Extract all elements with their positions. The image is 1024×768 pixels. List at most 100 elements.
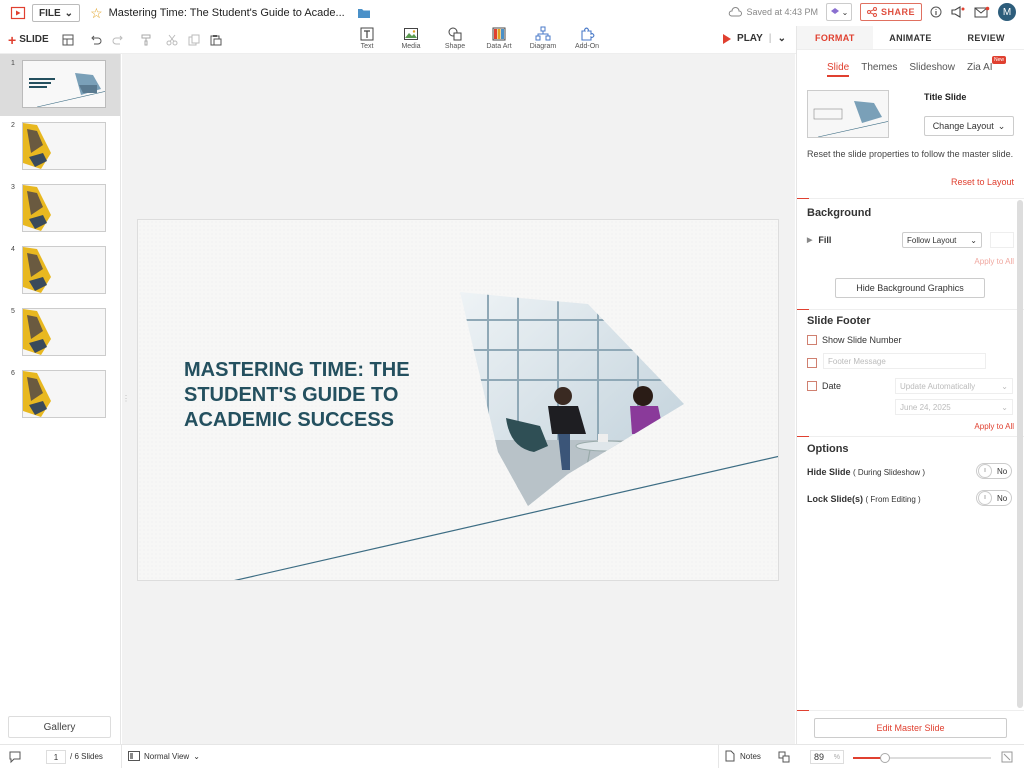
share-button[interactable]: SHARE: [859, 3, 922, 21]
slide-number: 3: [11, 184, 15, 191]
new-badge: New: [992, 56, 1007, 64]
slide-thumbnail[interactable]: [22, 60, 106, 108]
copy-icon[interactable]: [183, 34, 205, 46]
slide-thumbnail[interactable]: [22, 122, 106, 170]
slide-photo[interactable]: [138, 220, 779, 581]
format-painter-icon[interactable]: [135, 34, 157, 46]
zoom-input[interactable]: 89 %: [810, 750, 844, 764]
file-menu-button[interactable]: FILE ⌄: [32, 4, 81, 22]
slide-thumbnail-row[interactable]: 3: [0, 178, 120, 240]
hide-background-graphics-button[interactable]: Hide Background Graphics: [835, 278, 985, 298]
hide-slide-sublabel: ( During Slideshow ): [853, 468, 926, 477]
layout-thumbnail[interactable]: [807, 90, 889, 138]
collaboration-button[interactable]: ⌄: [825, 3, 852, 21]
user-avatar[interactable]: M: [998, 3, 1016, 21]
mail-icon[interactable]: [974, 6, 990, 18]
tab-animate[interactable]: ANIMATE: [873, 26, 949, 49]
folder-icon[interactable]: [357, 7, 371, 19]
undo-icon[interactable]: [85, 34, 107, 46]
date-row[interactable]: Date: [807, 381, 841, 391]
document-title[interactable]: Mastering Time: The Student's Guide to A…: [109, 7, 345, 19]
slide-thumbnail[interactable]: [22, 246, 106, 294]
fill-color-picker[interactable]: [990, 232, 1014, 248]
chevron-down-icon: ⌄: [970, 235, 977, 245]
footer-message-checkbox[interactable]: [807, 358, 817, 368]
slide-thumbnail-row[interactable]: 2: [0, 116, 120, 178]
page-number-input[interactable]: 1: [46, 750, 66, 764]
slide-thumbnail-row[interactable]: 6: [0, 364, 120, 426]
insert-shape-button[interactable]: Shape: [433, 26, 477, 50]
tab-review[interactable]: REVIEW: [948, 26, 1024, 49]
subtab-themes[interactable]: Themes: [861, 62, 897, 77]
show-slide-number-checkbox[interactable]: [807, 335, 817, 345]
section-divider: [797, 710, 1024, 711]
chevron-down-icon: ⌄: [1001, 381, 1008, 391]
footer-message-row[interactable]: [807, 358, 817, 368]
slide-sorter-icon[interactable]: [778, 751, 790, 763]
toggle-state: No: [997, 493, 1008, 503]
date-value-select[interactable]: June 24, 2025 ⌄: [895, 399, 1013, 415]
footer-message-input[interactable]: Footer Message: [823, 353, 986, 369]
lock-slide-toggle[interactable]: II No: [976, 490, 1012, 506]
subtab-zia-ai[interactable]: Zia AI: [967, 62, 993, 77]
insert-diagram-label: Diagram: [529, 43, 557, 50]
slide-canvas[interactable]: MASTERING TIME: THE STUDENT'S GUIDE TO A…: [137, 219, 779, 581]
change-layout-label: Change Layout: [932, 121, 994, 131]
layout-icon[interactable]: [57, 34, 79, 46]
announcement-icon[interactable]: [950, 6, 966, 18]
favorite-star-icon[interactable]: ☆: [90, 6, 103, 20]
chevron-down-icon[interactable]: ⌄: [778, 33, 786, 44]
chat-icon[interactable]: [8, 750, 22, 764]
date-mode-select[interactable]: Update Automatically ⌄: [895, 378, 1013, 394]
section-divider: [797, 436, 1024, 437]
background-apply-all-link[interactable]: Apply to All: [974, 257, 1014, 266]
panel-resize-handle[interactable]: ⋮: [122, 394, 130, 408]
hide-slide-toggle[interactable]: II No: [976, 463, 1012, 479]
date-checkbox[interactable]: [807, 381, 817, 391]
gallery-button[interactable]: Gallery: [8, 716, 111, 738]
subtab-slide[interactable]: Slide: [827, 62, 850, 77]
slide-number: 1: [11, 60, 15, 67]
change-layout-button[interactable]: Change Layout ⌄: [924, 116, 1014, 136]
toggle-knob: II: [978, 464, 992, 478]
play-label: PLAY: [737, 33, 763, 44]
fill-select-value: Follow Layout: [907, 235, 957, 245]
slide-thumbnail[interactable]: [22, 370, 106, 418]
fit-to-window-icon[interactable]: [1001, 751, 1013, 763]
insert-diagram-button[interactable]: Diagram: [521, 26, 565, 50]
insert-data-art-button[interactable]: Data Art: [477, 26, 521, 50]
app-logo-icon[interactable]: [10, 5, 26, 21]
zoom-slider[interactable]: [853, 753, 991, 763]
reset-to-layout-link[interactable]: Reset to Layout: [951, 177, 1014, 187]
fill-select[interactable]: Follow Layout ⌄: [902, 232, 982, 248]
notes-button[interactable]: Notes: [725, 750, 761, 762]
footer-apply-all-link[interactable]: Apply to All: [974, 422, 1014, 431]
slide-thumbnail-row[interactable]: 5: [0, 302, 120, 364]
play-button[interactable]: PLAY | ⌄: [723, 33, 786, 44]
slide-thumbnail[interactable]: [22, 184, 106, 232]
slide-thumbnail[interactable]: [22, 308, 106, 356]
toggle-knob: II: [978, 491, 992, 505]
insert-media-button[interactable]: Media: [389, 26, 433, 50]
add-slide-button[interactable]: + SLIDE: [8, 32, 49, 48]
options-section-title: Options: [807, 443, 849, 455]
cut-icon[interactable]: [161, 34, 183, 46]
zoom-slider-handle[interactable]: [879, 753, 890, 763]
tab-format[interactable]: FORMAT: [797, 26, 873, 49]
date-value: June 24, 2025: [900, 402, 951, 412]
section-divider: [797, 309, 1024, 310]
subtab-slideshow[interactable]: Slideshow: [909, 62, 955, 77]
slide-thumbnail-row[interactable]: 1: [0, 54, 120, 116]
show-slide-number-row[interactable]: Show Slide Number: [807, 335, 902, 345]
fill-toggle[interactable]: ▶ Fill: [807, 235, 831, 245]
info-icon[interactable]: [930, 6, 942, 18]
panel-scrollbar[interactable]: [1017, 200, 1023, 708]
paste-icon[interactable]: [205, 34, 227, 46]
slide-thumbnail-row[interactable]: 4: [0, 240, 120, 302]
insert-text-button[interactable]: Text: [345, 26, 389, 50]
insert-add-on-label: Add-On: [574, 43, 600, 50]
redo-icon[interactable]: [107, 34, 129, 46]
edit-master-slide-button[interactable]: Edit Master Slide: [814, 718, 1007, 738]
insert-add-on-button[interactable]: Add-On: [565, 26, 609, 50]
view-mode-select[interactable]: Normal View ⌄: [128, 751, 200, 761]
